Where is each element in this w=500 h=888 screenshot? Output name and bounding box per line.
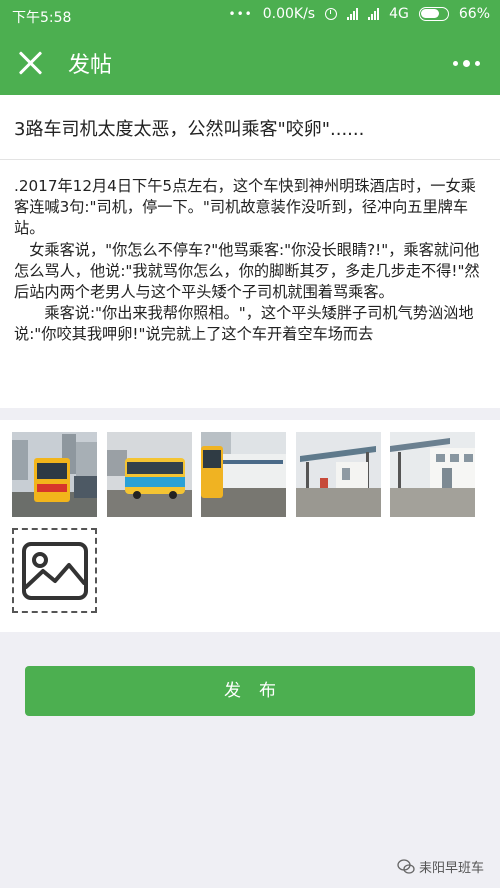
image-thumbnail[interactable]	[296, 432, 381, 517]
close-icon[interactable]	[18, 50, 44, 76]
add-image-icon	[22, 542, 88, 600]
network-type: 4G	[389, 6, 409, 22]
wechat-icon	[397, 858, 415, 874]
post-title-field[interactable]: 3路车司机太度太恶，公然叫乘客"咬卵"......	[0, 95, 500, 160]
image-thumbnail[interactable]	[390, 432, 475, 517]
more-icon[interactable]	[453, 60, 480, 67]
title-bar: 发帖	[0, 30, 500, 95]
image-thumbnail[interactable]	[12, 432, 97, 517]
signal-icon	[368, 8, 380, 20]
dots-icon: •••	[228, 7, 253, 21]
page-title: 发帖	[68, 53, 113, 78]
status-bar: 下午5:58 ••• 0.00K/s 4G 66%	[0, 0, 500, 30]
battery-icon	[418, 7, 449, 21]
watermark-text: 耒阳早班车	[418, 861, 484, 876]
status-time: 下午5:58	[12, 10, 72, 26]
watermark: 耒阳早班车	[397, 857, 484, 876]
image-grid	[0, 420, 500, 632]
body-paragraph: 乘客说:"你出来我帮你照相。"，这个平头矮胖子司机气势汹汹地说:"你咬其我呷卵!…	[14, 304, 474, 344]
body-paragraph: .2017年12月4日下午5点左右，这个车快到神州明珠酒店时，一女乘客连喊3句:…	[14, 177, 476, 238]
post-body-field[interactable]: .2017年12月4日下午5点左右，这个车快到神州明珠酒店时，一女乘客连喊3句:…	[0, 160, 500, 408]
publish-button[interactable]: 发布	[25, 666, 475, 716]
image-thumbnail[interactable]	[201, 432, 286, 517]
post-title-text: 3路车司机太度太恶，公然叫乘客"咬卵"......	[14, 119, 365, 140]
add-image-button[interactable]	[12, 528, 97, 613]
image-thumbnail[interactable]	[107, 432, 192, 517]
alarm-icon	[325, 8, 338, 20]
signal-icon	[347, 8, 359, 20]
network-speed: 0.00K/s	[262, 6, 316, 22]
body-paragraph: 女乘客说，"你怎么不停车?"他骂乘客:"你没长眼睛?!"，乘客就问他怎么骂人，他…	[14, 240, 480, 302]
post-body-text: .2017年12月4日下午5点左右，这个车快到神州明珠酒店时，一女乘客连喊3句:…	[14, 176, 488, 398]
battery-level: 66%	[458, 6, 490, 22]
